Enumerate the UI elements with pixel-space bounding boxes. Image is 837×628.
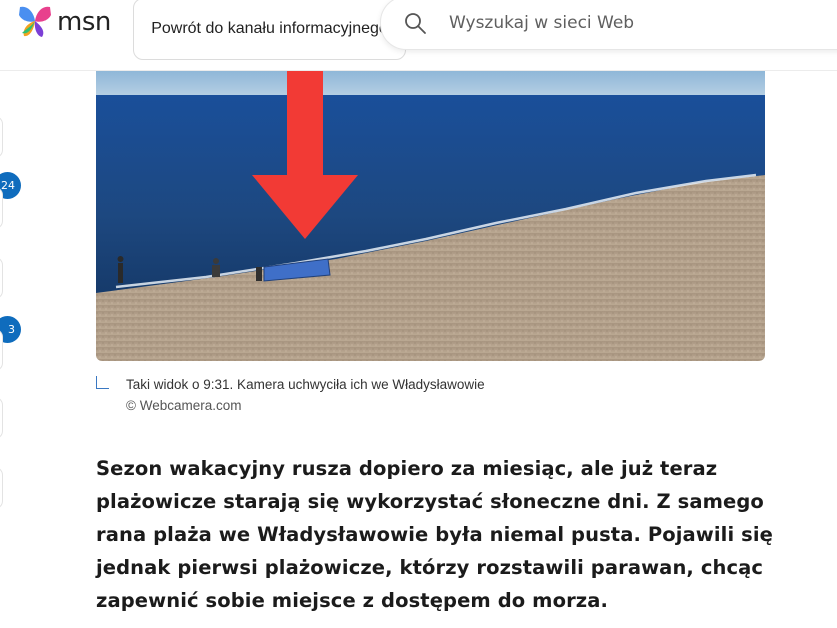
caption-marker	[96, 376, 109, 389]
rail-card[interactable]	[0, 116, 3, 158]
rail-card[interactable]	[0, 467, 3, 509]
notification-badge[interactable]: 3	[0, 316, 21, 343]
logo-text: msn	[57, 7, 111, 37]
rail-card[interactable]	[0, 257, 3, 299]
search-input[interactable]	[449, 13, 809, 33]
msn-logo[interactable]: msn	[16, 3, 111, 41]
image-caption: Taki widok o 9:31. Kamera uchwyciła ich …	[126, 377, 485, 392]
rail-card[interactable]	[0, 187, 3, 229]
article-image	[96, 71, 765, 361]
top-bar: msn Powrót do kanału informacyjnego	[0, 0, 837, 71]
article-paragraph: Sezon wakacyjny rusza dopiero za miesiąc…	[96, 457, 773, 612]
search-icon[interactable]	[403, 11, 427, 35]
left-rail: 24 3	[0, 71, 21, 628]
butterfly-icon	[19, 6, 51, 37]
rail-card[interactable]	[0, 397, 3, 439]
notification-badge[interactable]: 24	[0, 172, 21, 199]
beach-webcam-photo	[96, 71, 765, 361]
rail-card[interactable]	[0, 329, 3, 371]
search-box[interactable]	[380, 0, 837, 50]
back-to-feed-button[interactable]: Powrót do kanału informacyjnego	[133, 0, 406, 60]
image-credit: © Webcamera.com	[126, 398, 242, 413]
